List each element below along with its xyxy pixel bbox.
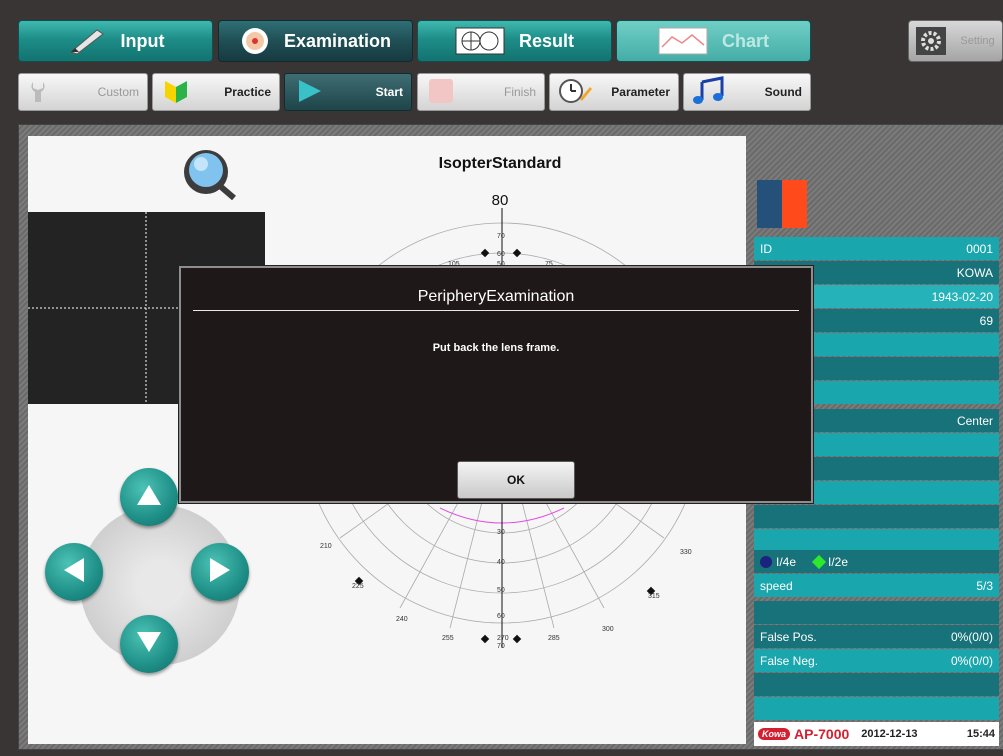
target2-marker-icon <box>811 554 827 569</box>
speed-value: 5/3 <box>976 578 993 593</box>
speed-row: speed 5/3 <box>754 574 999 597</box>
dialog-message: Put back the lens frame. <box>432 342 560 354</box>
false-pos-value: 0%(0/0) <box>950 629 993 644</box>
target1-marker-icon <box>760 555 772 568</box>
tab-setting[interactable]: Setting <box>908 20 1003 62</box>
false-neg-row: False Neg. 0%(0/0) <box>754 649 999 672</box>
false-pos-label: False Pos. <box>760 629 817 644</box>
custom-button[interactable]: Custom <box>18 73 148 111</box>
tab-input-label: Input <box>120 30 165 51</box>
false-neg-label: False Neg. <box>760 653 819 668</box>
move-up-button[interactable] <box>120 468 178 526</box>
chart-label: 270 <box>497 635 509 642</box>
target2-label: I/2e <box>828 554 849 569</box>
patient-id-label: ID <box>760 241 772 256</box>
speed-label: speed <box>760 578 793 593</box>
custom-button-label: Custom <box>97 85 139 99</box>
arrow-left-icon <box>62 556 86 589</box>
chart-label: 285 <box>548 635 560 642</box>
result-grid-icon <box>455 27 505 55</box>
finish-button-label: Finish <box>503 85 536 99</box>
chart-label: 40 <box>497 559 505 566</box>
patient-age-value: 69 <box>979 313 993 328</box>
info-row-blank <box>754 697 999 720</box>
ok-button-label: OK <box>507 473 525 487</box>
chart-label: 50 <box>497 587 505 594</box>
target-icon <box>240 26 270 56</box>
chart-label: 300 <box>602 626 614 633</box>
chart-label: 225 <box>352 583 364 590</box>
music-note-icon <box>692 75 726 109</box>
footer-date: 2012-12-13 <box>861 728 918 740</box>
fixation-value: Center <box>956 413 993 428</box>
info-row-blank <box>754 673 999 696</box>
move-right-button[interactable] <box>191 543 249 601</box>
info-row-blank <box>754 505 999 528</box>
tab-input[interactable]: Input <box>18 20 213 62</box>
move-down-button[interactable] <box>120 615 178 673</box>
magnifier-icon <box>174 146 242 204</box>
tab-result[interactable]: Result <box>417 20 612 62</box>
footer-time: 15:44 <box>966 728 995 740</box>
sound-button-label: Sound <box>764 85 802 99</box>
pen-icon <box>67 26 107 56</box>
chart-label: 70 <box>497 233 505 240</box>
parameter-button[interactable]: Parameter <box>549 73 679 111</box>
arrow-down-icon <box>135 630 163 659</box>
arrow-right-icon <box>208 556 232 589</box>
periphery-examination-dialog: PeripheryExamination Put back the lens f… <box>179 266 813 503</box>
chart-label: 210 <box>320 543 332 550</box>
tab-setting-label: Setting <box>960 35 995 47</box>
tab-chart[interactable]: Chart <box>616 20 811 62</box>
chart-label: 30 <box>497 529 505 536</box>
dialog-divider <box>193 310 799 311</box>
arrow-up-icon <box>135 483 163 512</box>
dialog-title: PeripheryExamination <box>417 288 575 305</box>
tab-examination[interactable]: Examination <box>218 20 413 62</box>
false-neg-value: 0%(0/0) <box>950 653 993 668</box>
chart-top-value: 80 <box>491 192 509 209</box>
tab-result-label: Result <box>518 30 574 51</box>
kowa-logo: Kowa <box>758 728 791 740</box>
chart-label: 330 <box>680 549 692 556</box>
patient-birth-value: 1943-02-20 <box>931 289 993 304</box>
ok-button[interactable]: OK <box>457 461 575 499</box>
start-button-label: Start <box>375 85 403 99</box>
tab-examination-label: Examination <box>283 30 392 51</box>
parameter-button-label: Parameter <box>611 85 670 99</box>
chart-icon <box>658 27 708 55</box>
chart-label: 70 <box>497 643 505 650</box>
sound-button[interactable]: Sound <box>683 73 811 111</box>
info-row-blank <box>754 529 999 552</box>
tab-chart-label: Chart <box>721 30 769 51</box>
chart-label: 60 <box>497 251 505 258</box>
chart-label: 240 <box>396 616 408 623</box>
target-legend-row: I/4e I/2e <box>754 550 999 573</box>
gear-icon <box>916 27 947 55</box>
target1-label: I/4e <box>776 554 797 569</box>
clock-pencil-icon <box>558 77 592 108</box>
footer-bar: Kowa AP-7000 2012-12-13 15:44 <box>754 722 999 746</box>
practice-button-label: Practice <box>224 85 271 99</box>
patient-id-row: ID 0001 <box>754 237 999 260</box>
false-pos-row: False Pos. 0%(0/0) <box>754 625 999 648</box>
patient-name-value: KOWA <box>956 265 993 280</box>
model-name: AP-7000 <box>794 726 850 742</box>
start-button[interactable]: Start <box>284 73 412 111</box>
chart-label: 255 <box>442 635 454 642</box>
finish-button[interactable]: Finish <box>417 73 545 111</box>
chart-label: 60 <box>497 613 505 620</box>
beginner-mark-icon <box>161 77 191 108</box>
chart-label: 315 <box>648 593 660 600</box>
play-icon <box>293 77 323 108</box>
stop-icon <box>426 77 456 108</box>
move-left-button[interactable] <box>45 543 103 601</box>
patient-id-value: 0001 <box>966 241 993 256</box>
eye-swatch-left <box>757 180 782 228</box>
isopter-title: IsopterStandard <box>438 155 562 172</box>
practice-button[interactable]: Practice <box>152 73 280 111</box>
info-row-blank <box>754 601 999 624</box>
wrench-icon <box>27 78 57 107</box>
eye-swatch-right <box>782 180 807 228</box>
